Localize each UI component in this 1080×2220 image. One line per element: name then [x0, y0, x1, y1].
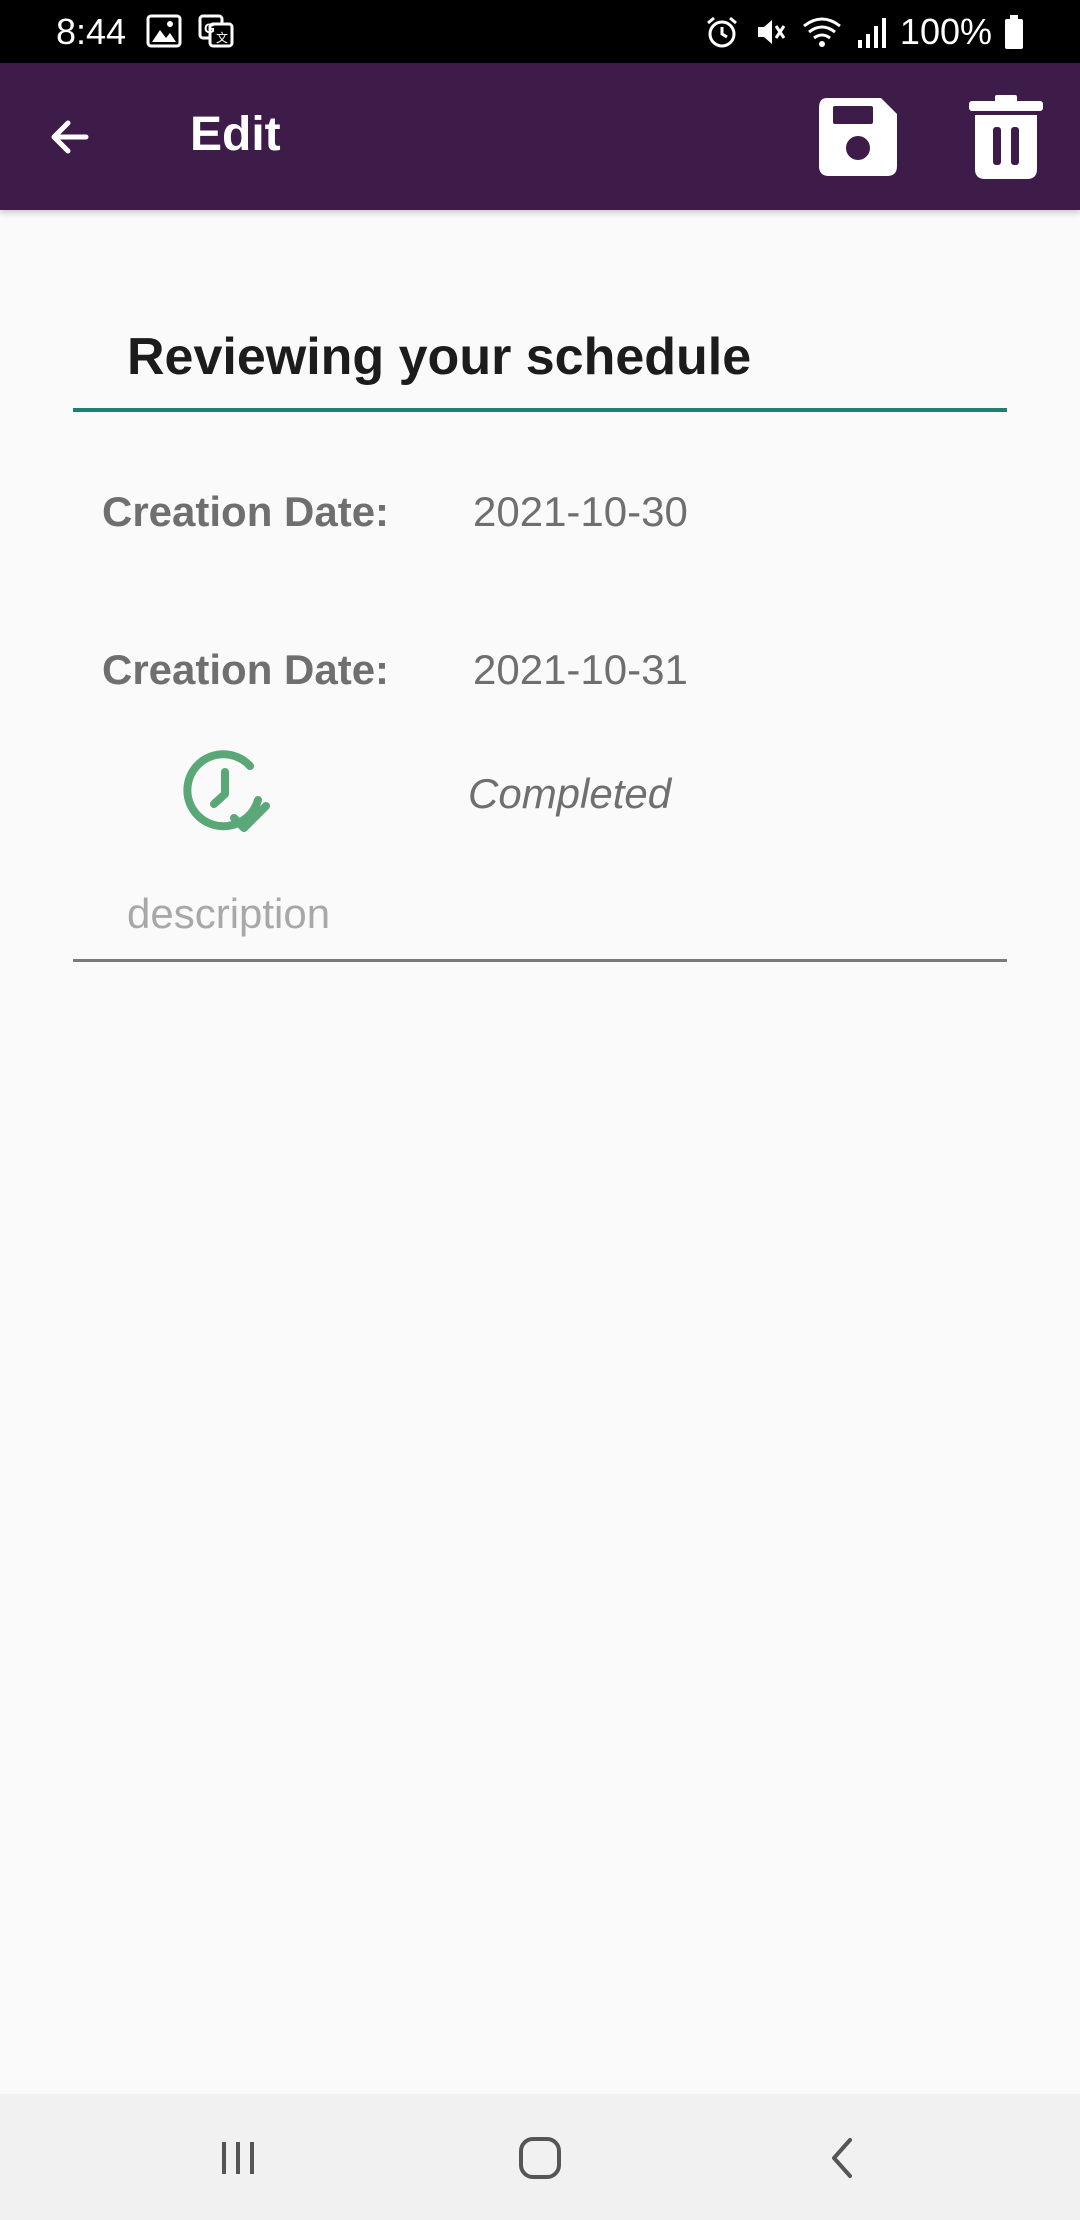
creation-date-label-1: Creation Date: — [102, 488, 390, 535]
status-bar: 8:44 G 文 100% — [0, 0, 1080, 63]
description-input[interactable]: description — [73, 882, 1007, 962]
title-input[interactable]: Reviewing your schedule — [73, 312, 1007, 412]
title-input-value: Reviewing your schedule — [127, 328, 752, 386]
image-icon — [146, 14, 182, 48]
description-placeholder: description — [127, 890, 331, 937]
signal-icon — [857, 18, 886, 48]
nav-back-button[interactable] — [794, 2116, 890, 2200]
battery-percent: 100% — [899, 11, 992, 52]
home-icon — [519, 2137, 561, 2179]
creation-date-value-1[interactable]: 2021-10-30 — [473, 484, 688, 540]
system-nav-bar — [0, 2094, 1080, 2220]
wifi-icon — [803, 17, 841, 47]
recents-icon — [222, 2142, 254, 2174]
svg-text:G: G — [204, 20, 215, 36]
mute-icon — [757, 20, 786, 44]
status-icons-right: 100% — [704, 10, 1024, 54]
edit-form: Reviewing your schedule Creation Date: 2… — [0, 210, 1080, 2094]
home-button[interactable] — [492, 2116, 588, 2200]
recents-button[interactable] — [190, 2116, 286, 2200]
delete-button[interactable] — [960, 89, 1052, 185]
creation-date-label-2: Creation Date: — [102, 646, 390, 693]
save-button[interactable] — [812, 91, 904, 183]
status-icons-left: G 文 — [146, 14, 234, 48]
status-toggle[interactable] — [180, 746, 274, 840]
page-title: Edit — [190, 108, 281, 161]
translate-icon: G 文 — [198, 14, 234, 48]
floppy-disk-icon — [819, 98, 897, 176]
arrow-back-icon — [51, 120, 89, 154]
battery-icon — [1005, 15, 1023, 49]
alarm-icon — [706, 16, 737, 48]
back-button[interactable] — [34, 101, 106, 173]
back-chevron-icon — [832, 2138, 852, 2178]
clock-check-icon — [183, 750, 270, 832]
svg-text:文: 文 — [216, 30, 228, 45]
status-text: Completed — [468, 770, 672, 817]
creation-date-value-2[interactable]: 2021-10-31 — [473, 642, 688, 698]
status-time: 8:44 — [56, 11, 127, 52]
trash-icon — [969, 95, 1043, 179]
app-bar: Edit — [0, 63, 1080, 210]
